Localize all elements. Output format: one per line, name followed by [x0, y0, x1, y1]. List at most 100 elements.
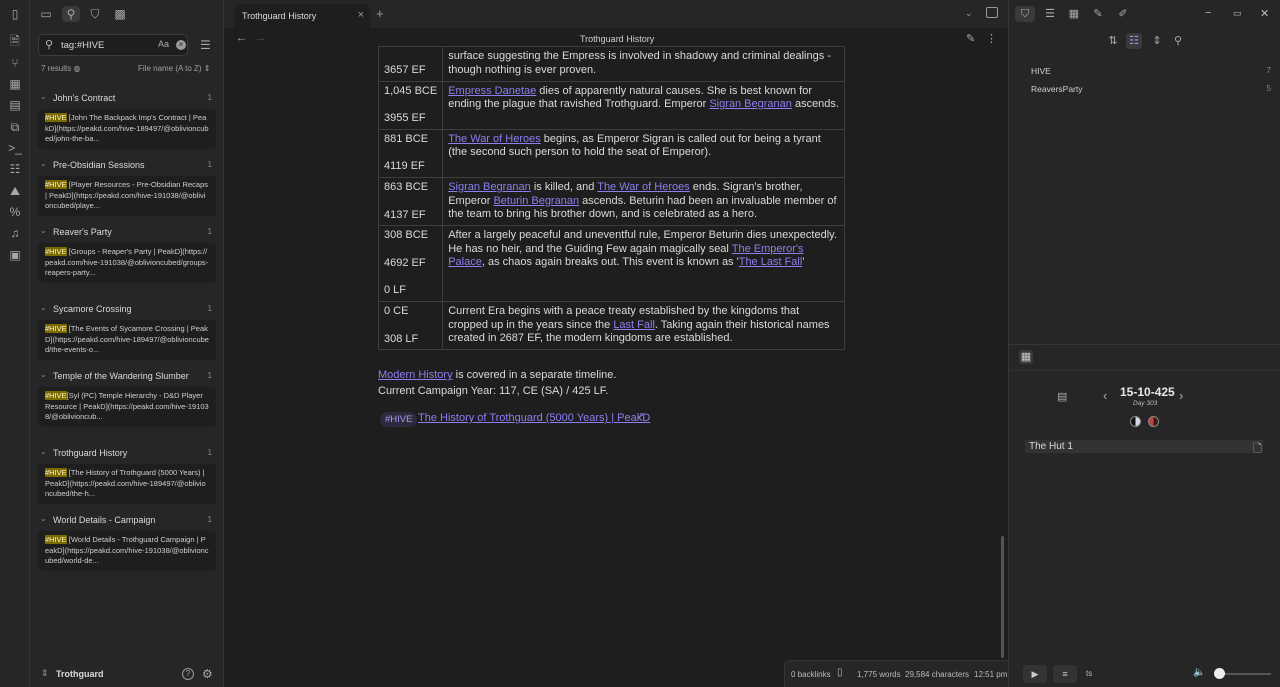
internal-link[interactable]: Empress Danetae	[448, 85, 536, 97]
calendar-icon[interactable]: ▦	[1066, 6, 1082, 22]
chevron-down-icon[interactable]: ⌄	[40, 159, 47, 168]
right-sidebar-toggle-icon[interactable]	[986, 7, 998, 18]
internal-link[interactable]: Sigran Begranan	[448, 181, 531, 193]
music-icon[interactable]: ♫	[7, 225, 23, 241]
result-group[interactable]: ⌄ Sycamore Crossing 1 #HIVE [The Events of…	[36, 299, 218, 366]
bookmark-icon[interactable]: ⛉	[87, 6, 103, 22]
result-group[interactable]: ⌄ John's Contract 1 #HIVE [John The Backpa…	[36, 88, 218, 155]
book-icon[interactable]: ▯	[837, 667, 843, 678]
calendar-tab-icon[interactable]: ▦	[1019, 350, 1033, 364]
result-snippet[interactable]: #HIVE [The Events of Sycamore Crossing |…	[38, 320, 216, 360]
pane-divider[interactable]	[1009, 344, 1280, 345]
chevron-down-icon[interactable]: ⌄	[965, 8, 973, 19]
folder-icon[interactable]: ▭	[38, 6, 54, 22]
copy-icon[interactable]: ⧉	[7, 119, 23, 135]
search-settings-icon[interactable]: ☰	[200, 38, 211, 52]
current-date[interactable]: 15-10-425	[1120, 385, 1175, 399]
result-group[interactable]: ⌄ Temple of the Wandering Slumber 1 #HIVE[…	[36, 366, 218, 443]
sidebar-toggle-icon[interactable]: ▯	[7, 6, 23, 22]
outline-icon[interactable]: ☰	[1042, 6, 1058, 22]
files-icon[interactable]: 🗎	[7, 33, 23, 49]
internal-link[interactable]: Last Fall	[613, 319, 655, 331]
chevron-down-icon[interactable]: ⌄	[40, 370, 47, 379]
result-group[interactable]: ⌄ Reaver's Party 1 #HIVE [Groups - Reaper'…	[36, 222, 218, 299]
result-group[interactable]: ⌄ Trothguard History 1 #HIVE [The History …	[36, 443, 218, 510]
search-icon[interactable]: ⚲	[1170, 33, 1186, 49]
chevron-down-icon[interactable]: ⌄	[40, 226, 47, 235]
result-file-name[interactable]: Sycamore Crossing	[53, 304, 132, 314]
chevron-down-icon[interactable]: ⌄	[40, 303, 47, 312]
result-file-name[interactable]: Temple of the Wandering Slumber	[53, 371, 189, 381]
calendar-clock-icon[interactable]: ▣	[7, 247, 23, 263]
result-snippet[interactable]: #HIVE [John The Backpack Imp's Contract …	[38, 109, 216, 149]
graph-edit-icon[interactable]: ✐	[1115, 6, 1131, 22]
search-input[interactable]	[61, 37, 151, 53]
chevron-down-icon[interactable]: ⌄	[40, 447, 47, 456]
internal-link[interactable]: Sigran Begranan	[709, 98, 792, 110]
table-icon[interactable]: ☷	[7, 161, 23, 177]
chevron-down-icon[interactable]: ⌄	[40, 92, 47, 101]
terminal-icon[interactable]: >_	[7, 140, 23, 156]
minimize-icon[interactable]: −	[1205, 7, 1211, 19]
edit-pencil-icon[interactable]: ✎	[966, 32, 975, 45]
modern-history-link[interactable]: Modern History	[378, 369, 453, 381]
maximize-icon[interactable]: ▭	[1233, 8, 1242, 19]
sort-dropdown[interactable]: File name (A to Z) ⇕	[138, 64, 211, 73]
volume-icon[interactable]: 🔈	[1193, 667, 1205, 678]
result-snippet[interactable]: #HIVE [World Details - Trothguard Campai…	[38, 531, 216, 571]
forward-arrow-icon[interactable]: →	[255, 32, 266, 44]
help-icon[interactable]: ?	[182, 668, 194, 680]
calendar-icon[interactable]: ▤	[7, 97, 23, 113]
result-snippet[interactable]: #HIVE[Syl (PC) Temple Hierarchy - D&D Pl…	[38, 387, 216, 427]
note-file-icon[interactable]: 🗋	[1253, 440, 1262, 459]
volume-slider-handle[interactable]	[1214, 668, 1225, 679]
match-case-toggle[interactable]: Aa	[158, 39, 169, 49]
gear-icon[interactable]: ⚙	[202, 667, 213, 681]
internal-link[interactable]: The War of Heroes	[597, 181, 690, 193]
vault-name[interactable]: Trothguard	[56, 669, 104, 679]
chevron-updown-icon[interactable]: ⇕	[41, 668, 49, 679]
close-window-icon[interactable]: ✕	[1260, 7, 1269, 20]
internal-link[interactable]: Beturin Begranan	[493, 195, 579, 207]
tab-trothguard-history[interactable]: Trothguard History ×	[234, 4, 370, 28]
blocks-icon[interactable]: ▦	[7, 76, 23, 92]
search-tab-icon[interactable]: ⚲	[62, 6, 80, 22]
tag-row[interactable]: HIVE 7	[1031, 66, 1271, 80]
percent-code-icon[interactable]: %	[7, 204, 23, 220]
tag-row[interactable]: ReaversParty 5	[1031, 84, 1271, 98]
internal-link[interactable]: The Last Fall	[739, 256, 803, 268]
result-file-name[interactable]: Reaver's Party	[53, 227, 112, 237]
volume-slider[interactable]	[1219, 673, 1271, 675]
back-arrow-icon[interactable]: ←	[236, 32, 247, 44]
close-icon[interactable]: ×	[358, 9, 364, 21]
result-file-name[interactable]: Trothguard History	[53, 448, 127, 458]
backlinks-count[interactable]: 0 backlinks	[791, 670, 831, 679]
more-options-icon[interactable]: ⋮	[986, 32, 997, 45]
collapse-icon[interactable]: ⇕	[1149, 33, 1165, 49]
calendar-settings-icon[interactable]: ▤	[1057, 390, 1067, 403]
result-file-name[interactable]: Pre-Obsidian Sessions	[53, 160, 145, 170]
queue-icon[interactable]: ≡	[1053, 665, 1077, 683]
chevron-down-icon[interactable]: ⌄	[40, 514, 47, 523]
internal-link[interactable]: The War of Heroes	[448, 133, 541, 145]
tree-view-icon[interactable]: ☷	[1126, 33, 1142, 49]
hive-tag[interactable]: #HIVE	[380, 412, 418, 427]
result-group[interactable]: ⌄ World Details - Campaign 1 #HIVE [World …	[36, 510, 218, 577]
scrollbar[interactable]	[1001, 536, 1004, 658]
sort-icon[interactable]: ⇅	[1105, 33, 1121, 49]
result-file-name[interactable]: World Details - Campaign	[53, 515, 155, 525]
grid-icon[interactable]: ▩	[112, 6, 128, 22]
chevron-right-icon[interactable]: ›	[1179, 388, 1183, 403]
result-snippet[interactable]: #HIVE [Player Resources - Pre-Obsidian R…	[38, 176, 216, 216]
event-note[interactable]: The Hut 1	[1025, 440, 1263, 453]
play-icon[interactable]: ▶	[1023, 665, 1047, 683]
result-snippet[interactable]: #HIVE [The History of Trothguard (5000 Y…	[38, 464, 216, 504]
note-title[interactable]: Trothguard History	[580, 34, 654, 44]
tags-icon[interactable]: ⛉	[1015, 6, 1035, 22]
map-icon[interactable]: ⛰	[7, 183, 23, 199]
clear-search-icon[interactable]: ×	[176, 40, 186, 50]
result-file-name[interactable]: John's Contract	[53, 93, 115, 103]
result-group[interactable]: ⌄ Pre-Obsidian Sessions 1 #HIVE [Player Re…	[36, 155, 218, 222]
result-snippet[interactable]: #HIVE [Groups - Reaper's Party | PeakD](…	[38, 243, 216, 283]
link-edit-icon[interactable]: ✎	[1090, 6, 1106, 22]
